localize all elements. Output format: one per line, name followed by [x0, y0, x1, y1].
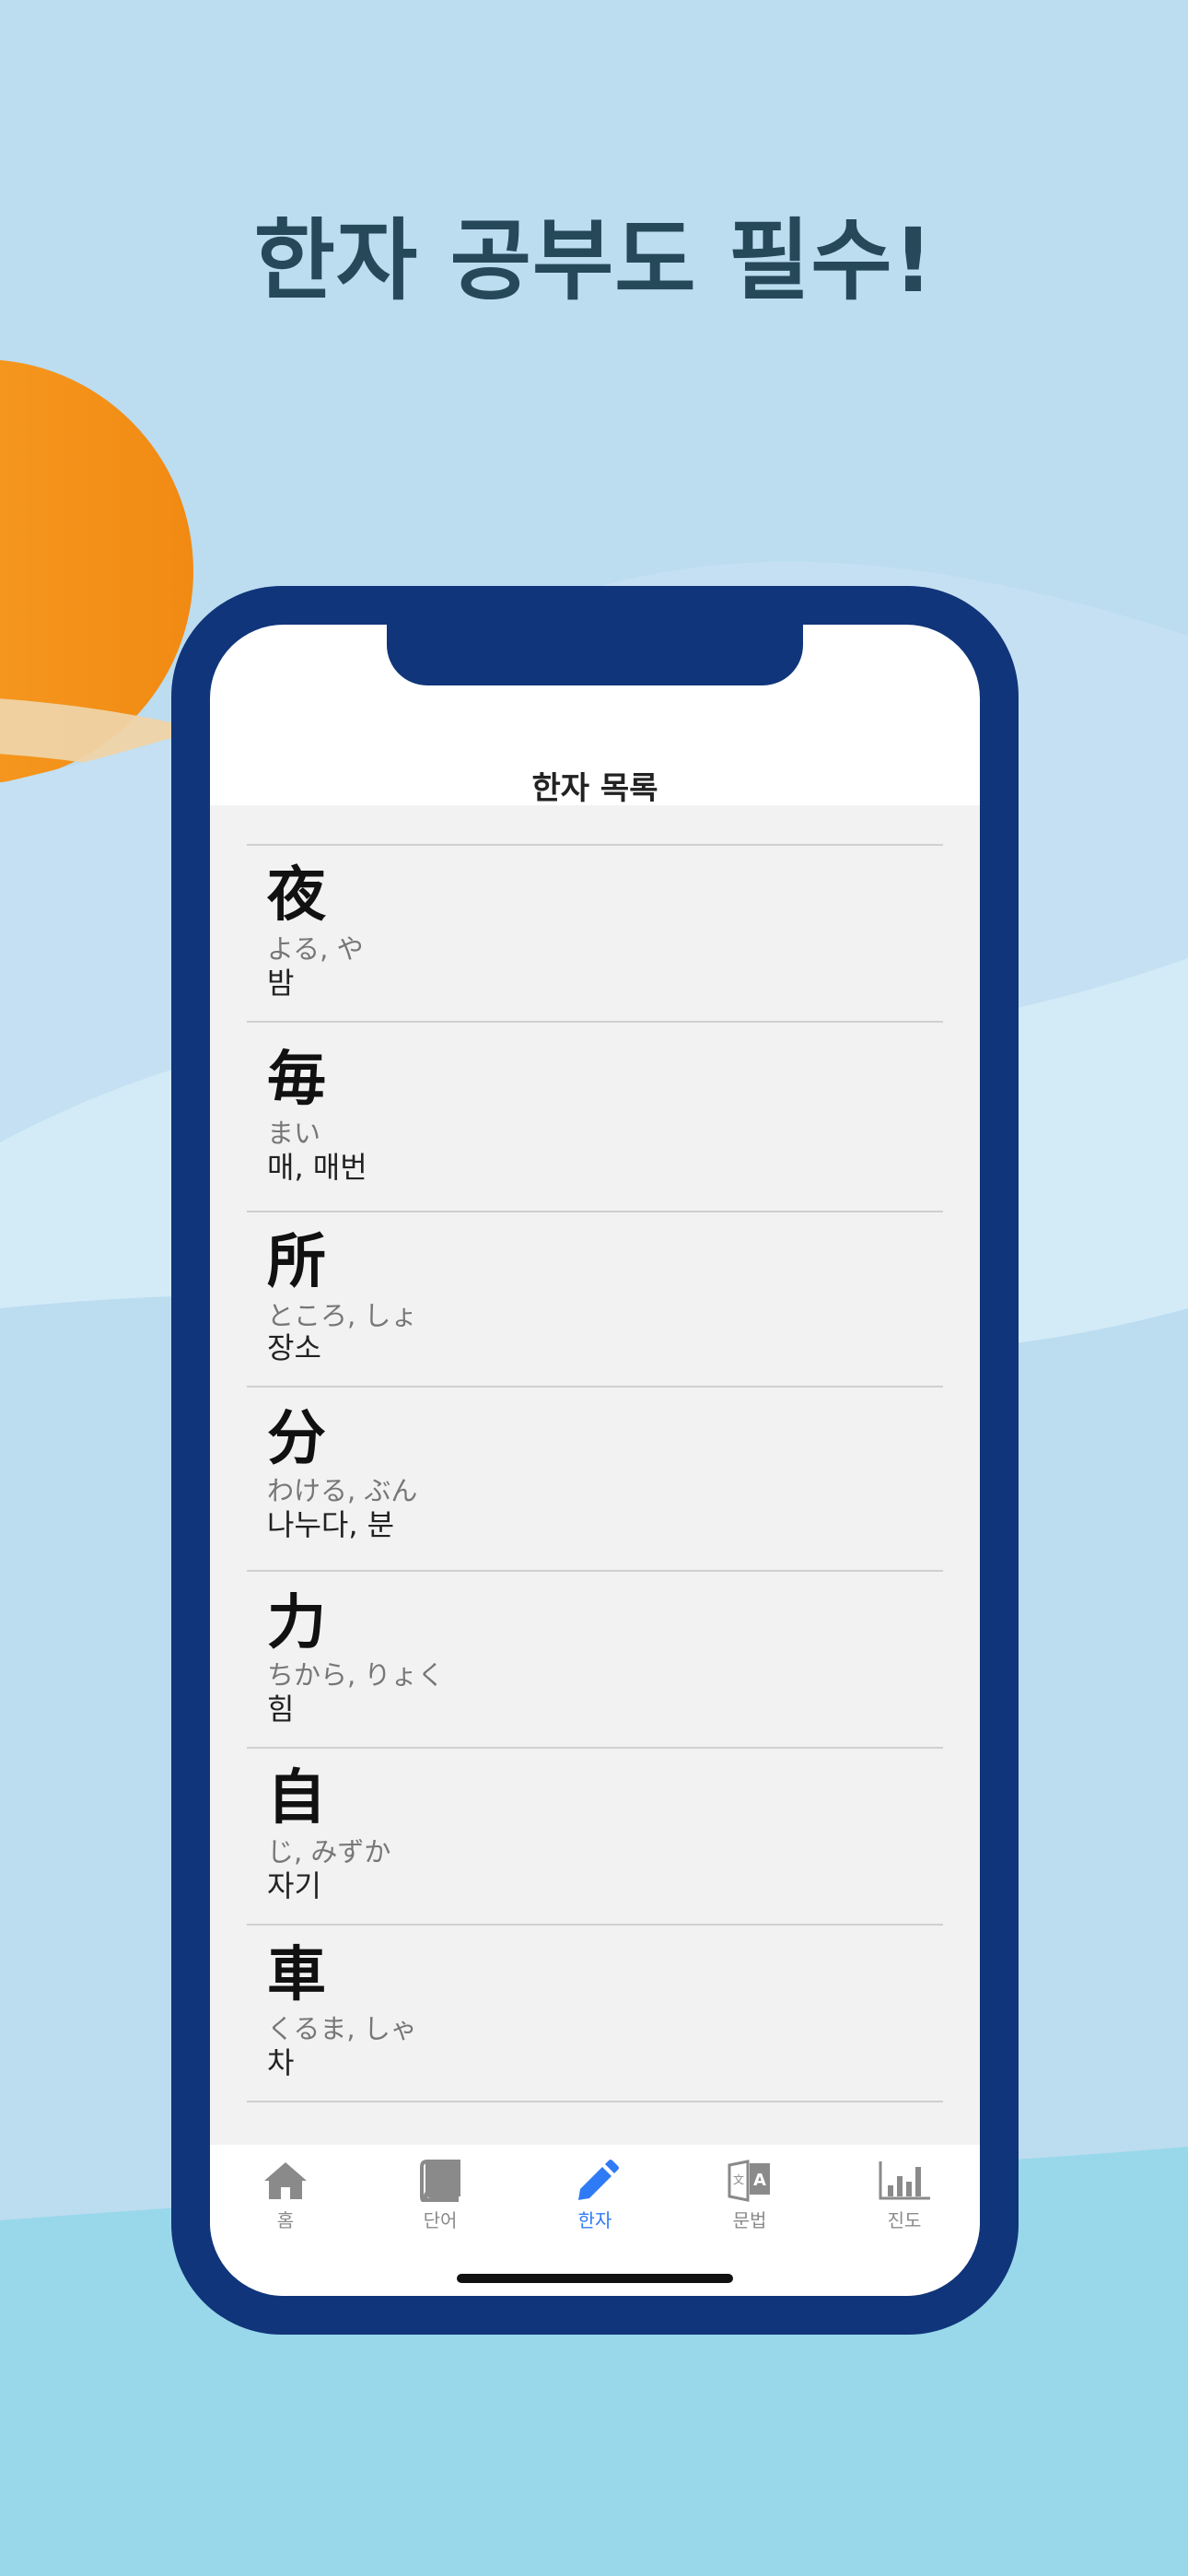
list-item[interactable]: 夜 よる, や 밤	[247, 846, 943, 1023]
list-item[interactable]: 分 わける, ぶん 나누다, 분	[247, 1388, 943, 1572]
list-item[interactable]: 自 じ, みずか 자기	[247, 1749, 943, 1926]
tab-words[interactable]: 단어	[385, 2160, 495, 2232]
list-item[interactable]: 毎 まい 매, 매번	[247, 1023, 943, 1212]
kanji-reading: くるま, しゃ	[267, 2013, 417, 2044]
kanji-meaning: 자기	[267, 1868, 321, 1903]
phone-notch	[387, 625, 803, 685]
tab-kanji[interactable]: 한자	[540, 2160, 650, 2232]
kanji-reading: じ, みずか	[267, 1836, 391, 1868]
svg-text:文: 文	[733, 2172, 744, 2186]
kanji-reading: まい	[267, 1118, 321, 1149]
page-title: 한자 목록	[531, 770, 658, 807]
tab-label: 진도	[887, 2209, 922, 2231]
app-screen: 한자 목록 夜 よる, や 밤 毎 まい 매, 매번 所 ところ, しょ 장소	[210, 625, 980, 2296]
book-icon	[420, 2160, 460, 2202]
kanji-meaning: 힘	[267, 1692, 295, 1727]
kanji-character: 毎	[267, 1046, 326, 1114]
kanji-meaning: 밤	[267, 966, 295, 1001]
tab-label: 단어	[423, 2209, 458, 2231]
home-icon	[264, 2162, 307, 2199]
pencil-icon	[578, 2160, 619, 2200]
kanji-list: 夜 よる, や 밤 毎 まい 매, 매번 所 ところ, しょ 장소 分 わける,…	[247, 844, 943, 2102]
kanji-character: 車	[267, 1941, 326, 2009]
kanji-reading: わける, ぶん	[267, 1475, 418, 1506]
bar-chart-icon	[879, 2161, 930, 2200]
kanji-meaning: 장소	[267, 1330, 321, 1365]
tab-grammar[interactable]: A 文 문법	[694, 2160, 805, 2232]
list-item[interactable]: 車 くるま, しゃ 차	[247, 1926, 943, 2102]
kanji-character: 所	[267, 1228, 326, 1296]
tab-label: 홈	[276, 2209, 295, 2231]
phone-mockup: 한자 목록 夜 よる, や 밤 毎 まい 매, 매번 所 ところ, しょ 장소	[171, 586, 1019, 2335]
list-item[interactable]: 力 ちから, りょく 힘	[247, 1572, 943, 1749]
kanji-reading: ところ, しょ	[267, 1300, 418, 1331]
tab-label: 문법	[732, 2209, 767, 2231]
kanji-character: 夜	[267, 861, 326, 930]
kanji-reading: よる, や	[267, 933, 364, 965]
kanji-meaning: 나누다, 분	[267, 1507, 395, 1542]
home-indicator[interactable]	[457, 2274, 733, 2283]
svg-text:A: A	[753, 2171, 766, 2190]
kanji-list-area[interactable]: 夜 よる, や 밤 毎 まい 매, 매번 所 ところ, しょ 장소 分 わける,…	[210, 805, 980, 2145]
kanji-meaning: 매, 매번	[267, 1150, 367, 1185]
kanji-character: 分	[267, 1405, 326, 1473]
promo-headline: 한자 공부도 필수!	[253, 209, 935, 312]
tab-progress[interactable]: 진도	[849, 2160, 960, 2232]
tab-home[interactable]: 홈	[230, 2160, 341, 2232]
kanji-character: 自	[267, 1764, 326, 1832]
kanji-meaning: 차	[267, 2045, 295, 2080]
tab-label: 한자	[577, 2209, 612, 2231]
kanji-reading: ちから, りょく	[267, 1659, 445, 1691]
list-item[interactable]: 所 ところ, しょ 장소	[247, 1212, 943, 1388]
translate-icon: A 文	[728, 2160, 770, 2202]
kanji-character: 力	[267, 1589, 326, 1657]
